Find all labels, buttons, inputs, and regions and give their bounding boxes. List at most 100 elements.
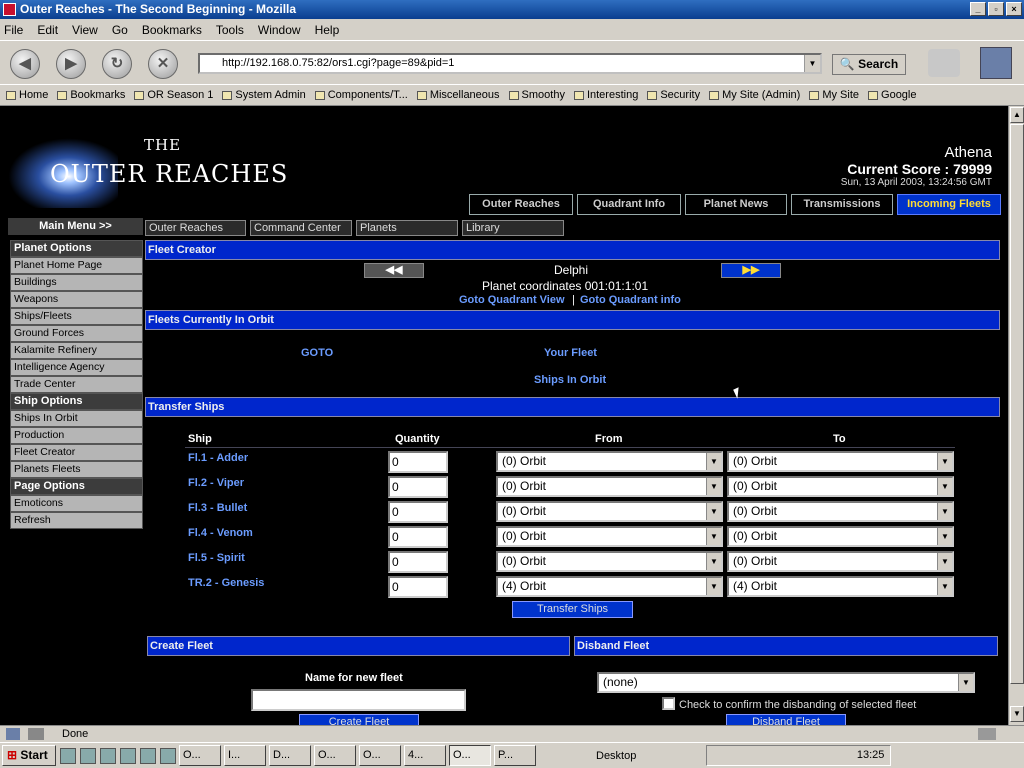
to-select[interactable]: (0) Orbit ▼ — [727, 451, 954, 472]
sidebar-item-planet-home[interactable]: Planet Home Page — [10, 257, 143, 274]
quicklaunch-icon[interactable] — [100, 747, 116, 764]
next-planet-button[interactable]: ▶▶ — [721, 263, 781, 278]
bookmark-link[interactable]: My Site (Admin) — [709, 89, 800, 101]
bookmark-link[interactable]: Google — [868, 89, 917, 101]
new-fleet-name-input[interactable] — [251, 689, 466, 711]
menu-window[interactable]: Window — [258, 23, 301, 37]
tab-transmissions[interactable]: Transmissions — [791, 194, 893, 215]
taskbar-button[interactable]: O... — [359, 745, 401, 766]
taskbar-button[interactable]: P... — [494, 745, 536, 766]
ship-label[interactable]: Fl.1 - Adder — [188, 452, 248, 464]
menu-go[interactable]: Go — [112, 23, 128, 37]
sidebar-item-fleet-creator[interactable]: Fleet Creator — [10, 444, 143, 461]
url-dropdown-icon[interactable]: ▼ — [804, 55, 820, 72]
print-icon[interactable] — [928, 49, 960, 77]
clock[interactable]: 13:25 — [857, 749, 885, 761]
back-icon[interactable]: ◀ — [10, 49, 40, 79]
subnav-planets[interactable]: Planets — [356, 220, 458, 236]
tab-quadrant-info[interactable]: Quadrant Info — [577, 194, 681, 215]
tab-planet-news[interactable]: Planet News — [685, 194, 787, 215]
subnav-outer-reaches[interactable]: Outer Reaches — [145, 220, 246, 236]
ship-label[interactable]: Fl.2 - Viper — [188, 477, 244, 489]
quicklaunch-icon[interactable] — [140, 747, 156, 764]
sidebar-item-ships-fleets[interactable]: Ships/Fleets — [10, 308, 143, 325]
scroll-up-icon[interactable]: ▲ — [1010, 107, 1024, 123]
offline-icon[interactable] — [28, 728, 44, 740]
reload-icon[interactable]: ↻ — [102, 49, 132, 79]
create-fleet-button[interactable]: Create Fleet — [299, 714, 419, 725]
from-select[interactable]: (0) Orbit ▼ — [496, 476, 723, 497]
bookmark-folder[interactable]: Components/T... — [314, 89, 408, 101]
from-select[interactable]: (4) Orbit ▼ — [496, 576, 723, 597]
sidebar-item-trade-center[interactable]: Trade Center — [10, 376, 143, 393]
sidebar-item-weapons[interactable]: Weapons — [10, 291, 143, 308]
taskbar-button[interactable]: O... — [179, 745, 221, 766]
bookmark-link[interactable]: Smoothy — [508, 89, 565, 101]
to-select[interactable]: (0) Orbit ▼ — [727, 551, 954, 572]
bookmark-folder[interactable]: OR Season 1 — [134, 89, 213, 101]
from-select[interactable]: (0) Orbit ▼ — [496, 526, 723, 547]
main-menu-label[interactable]: Main Menu >> — [8, 218, 143, 235]
search-button[interactable]: 🔍 Search — [832, 54, 906, 75]
to-select[interactable]: (0) Orbit ▼ — [727, 526, 954, 547]
site-logo[interactable]: THE OUTER REACHES — [8, 126, 298, 216]
taskbar-button[interactable]: O... — [314, 745, 356, 766]
quantity-input[interactable]: 0 — [388, 501, 448, 523]
taskbar-button-active[interactable]: O... — [449, 745, 491, 766]
menu-help[interactable]: Help — [315, 23, 340, 37]
url-input[interactable]: http://192.168.0.75:82/ors1.cgi?page=89&… — [198, 53, 822, 74]
scrollbar-thumb[interactable] — [1010, 124, 1024, 684]
menu-tools[interactable]: Tools — [216, 23, 244, 37]
bookmark-link[interactable]: Security — [647, 89, 700, 101]
quantity-input[interactable]: 0 — [388, 551, 448, 573]
sidebar-item-ground-forces[interactable]: Ground Forces — [10, 325, 143, 342]
scroll-down-icon[interactable]: ▼ — [1010, 706, 1024, 722]
bookmark-folder[interactable]: Interesting — [573, 89, 638, 101]
disband-fleet-button[interactable]: Disband Fleet — [726, 714, 846, 725]
forward-icon[interactable]: ▶ — [56, 49, 86, 79]
to-select[interactable]: (0) Orbit ▼ — [727, 501, 954, 522]
bookmark-folder[interactable]: Miscellaneous — [416, 89, 500, 101]
menu-view[interactable]: View — [72, 23, 98, 37]
quicklaunch-icon[interactable] — [120, 747, 136, 764]
goto-quadrant-info-link[interactable]: Goto Quadrant info — [580, 294, 681, 306]
maximize-button[interactable]: ▫ — [988, 2, 1004, 16]
ship-label[interactable]: TR.2 - Genesis — [188, 577, 264, 589]
goto-quadrant-view-link[interactable]: Goto Quadrant View — [459, 294, 565, 306]
quantity-input[interactable]: 0 — [388, 451, 448, 473]
close-button[interactable]: × — [1006, 2, 1022, 16]
tab-outer-reaches[interactable]: Outer Reaches — [469, 194, 573, 215]
quicklaunch-icon[interactable] — [60, 747, 76, 764]
desktop-toolbar-label[interactable]: Desktop — [596, 750, 636, 762]
ship-label[interactable]: Fl.3 - Bullet — [188, 502, 247, 514]
sidebar-item-planets-fleets[interactable]: Planets Fleets — [10, 461, 143, 478]
taskbar-button[interactable]: D... — [269, 745, 311, 766]
ship-label[interactable]: Fl.5 - Spirit — [188, 552, 245, 564]
from-select[interactable]: (0) Orbit ▼ — [496, 501, 723, 522]
menu-file[interactable]: File — [4, 23, 23, 37]
taskbar-button[interactable]: 4... — [404, 745, 446, 766]
transfer-ships-button[interactable]: Transfer Ships — [512, 601, 633, 618]
stop-icon[interactable]: ✕ — [148, 49, 178, 79]
start-button[interactable]: ⊞ Start — [2, 745, 56, 766]
from-select[interactable]: (0) Orbit ▼ — [496, 451, 723, 472]
quantity-input[interactable]: 0 — [388, 576, 448, 598]
sidebar-item-refresh[interactable]: Refresh — [10, 512, 143, 529]
sidebar-item-intelligence-agency[interactable]: Intelligence Agency — [10, 359, 143, 376]
previous-planet-button[interactable]: ◀◀ — [364, 263, 424, 278]
minimize-button[interactable]: _ — [970, 2, 986, 16]
menu-edit[interactable]: Edit — [37, 23, 58, 37]
tab-incoming-fleets[interactable]: Incoming Fleets — [897, 194, 1001, 215]
menu-bookmarks[interactable]: Bookmarks — [142, 23, 202, 37]
ship-label[interactable]: Fl.4 - Venom — [188, 527, 253, 539]
to-select[interactable]: (4) Orbit ▼ — [727, 576, 954, 597]
quicklaunch-icon[interactable] — [160, 747, 176, 764]
taskbar-button[interactable]: I... — [224, 745, 266, 766]
sidebar-item-emoticons[interactable]: Emoticons — [10, 495, 143, 512]
to-select[interactable]: (0) Orbit ▼ — [727, 476, 954, 497]
page-scrollbar[interactable]: ▲ ▼ — [1008, 106, 1024, 725]
disband-fleet-select[interactable]: (none) ▼ — [597, 672, 975, 693]
sidebar-item-ships-in-orbit[interactable]: Ships In Orbit — [10, 410, 143, 427]
disband-confirm-checkbox[interactable] — [662, 697, 675, 710]
quicklaunch-icon[interactable] — [80, 747, 96, 764]
